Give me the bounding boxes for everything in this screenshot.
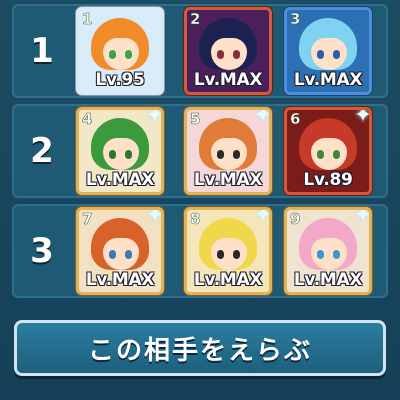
slot-number: 6 bbox=[290, 110, 301, 128]
sparkle-icon: ✦ bbox=[253, 207, 272, 228]
row-number: 2 bbox=[30, 131, 54, 171]
character-card[interactable]: 6 ✦ Lv.89 bbox=[284, 107, 372, 195]
character-eye bbox=[109, 50, 116, 59]
character-eye bbox=[233, 250, 240, 259]
level-label: Lv.MAX bbox=[193, 170, 263, 190]
level-label: Lv.89 bbox=[303, 170, 353, 190]
level-label: Lv.MAX bbox=[193, 70, 263, 90]
sparkle-icon: ✦ bbox=[145, 107, 164, 128]
deck-row-2[interactable]: 2 4 ✦ Lv.MAX 5 ✦ Lv.MAX 6 ✦ Lv.89 bbox=[12, 104, 388, 198]
sparkle-icon: ✦ bbox=[253, 107, 272, 128]
level-label: Lv.MAX bbox=[193, 270, 263, 290]
row-number: 3 bbox=[30, 231, 54, 271]
slot-number: 2 bbox=[190, 10, 201, 28]
deck-row-1[interactable]: 1 1 Lv.95 2 Lv.MAX 3 Lv.MAX bbox=[12, 4, 388, 98]
character-card[interactable]: 7 ✦ Lv.MAX bbox=[76, 207, 164, 295]
slot-number: 8 bbox=[190, 210, 201, 228]
slot-number: 4 bbox=[82, 110, 93, 128]
character-eye bbox=[109, 150, 116, 159]
character-card[interactable]: 4 ✦ Lv.MAX bbox=[76, 107, 164, 195]
character-eye bbox=[109, 250, 116, 259]
slot-number: 1 bbox=[82, 10, 93, 28]
select-opponent-button[interactable]: この相手をえらぶ bbox=[14, 320, 386, 376]
character-eye bbox=[233, 50, 240, 59]
character-eye bbox=[125, 250, 132, 259]
character-card[interactable]: 9 ✦ Lv.MAX bbox=[284, 207, 372, 295]
level-label: Lv.MAX bbox=[85, 270, 155, 290]
character-eye bbox=[333, 50, 340, 59]
sparkle-icon: ✦ bbox=[145, 207, 164, 228]
slot-number: 3 bbox=[290, 10, 301, 28]
character-card[interactable]: 3 Lv.MAX bbox=[284, 7, 372, 95]
deck-selection-panel: 1 1 Lv.95 2 Lv.MAX 3 Lv.MAX 2 4 ✦ Lv.MAX… bbox=[0, 0, 400, 400]
character-eye bbox=[317, 150, 324, 159]
level-label: Lv.MAX bbox=[85, 170, 155, 190]
character-card[interactable]: 5 ✦ Lv.MAX bbox=[184, 107, 272, 195]
character-card[interactable]: 2 Lv.MAX bbox=[184, 7, 272, 95]
character-eye bbox=[217, 250, 224, 259]
character-card[interactable]: 8 ✦ Lv.MAX bbox=[184, 207, 272, 295]
character-card[interactable]: 1 Lv.95 bbox=[76, 7, 164, 95]
sparkle-icon: ✦ bbox=[353, 207, 372, 228]
level-label: Lv.95 bbox=[95, 70, 145, 90]
character-eye bbox=[233, 150, 240, 159]
character-eye bbox=[333, 150, 340, 159]
slot-number: 9 bbox=[290, 210, 301, 228]
character-eye bbox=[217, 150, 224, 159]
character-eye bbox=[217, 50, 224, 59]
level-label: Lv.MAX bbox=[293, 70, 363, 90]
character-eye bbox=[317, 50, 324, 59]
deck-row-3[interactable]: 3 7 ✦ Lv.MAX 8 ✦ Lv.MAX 9 ✦ Lv.MAX bbox=[12, 204, 388, 298]
character-eye bbox=[125, 150, 132, 159]
slot-number: 5 bbox=[190, 110, 201, 128]
character-eye bbox=[317, 250, 324, 259]
character-eye bbox=[333, 250, 340, 259]
slot-number: 7 bbox=[82, 210, 93, 228]
sparkle-icon: ✦ bbox=[353, 107, 372, 128]
character-eye bbox=[125, 50, 132, 59]
level-label: Lv.MAX bbox=[293, 270, 363, 290]
row-number: 1 bbox=[30, 31, 54, 71]
